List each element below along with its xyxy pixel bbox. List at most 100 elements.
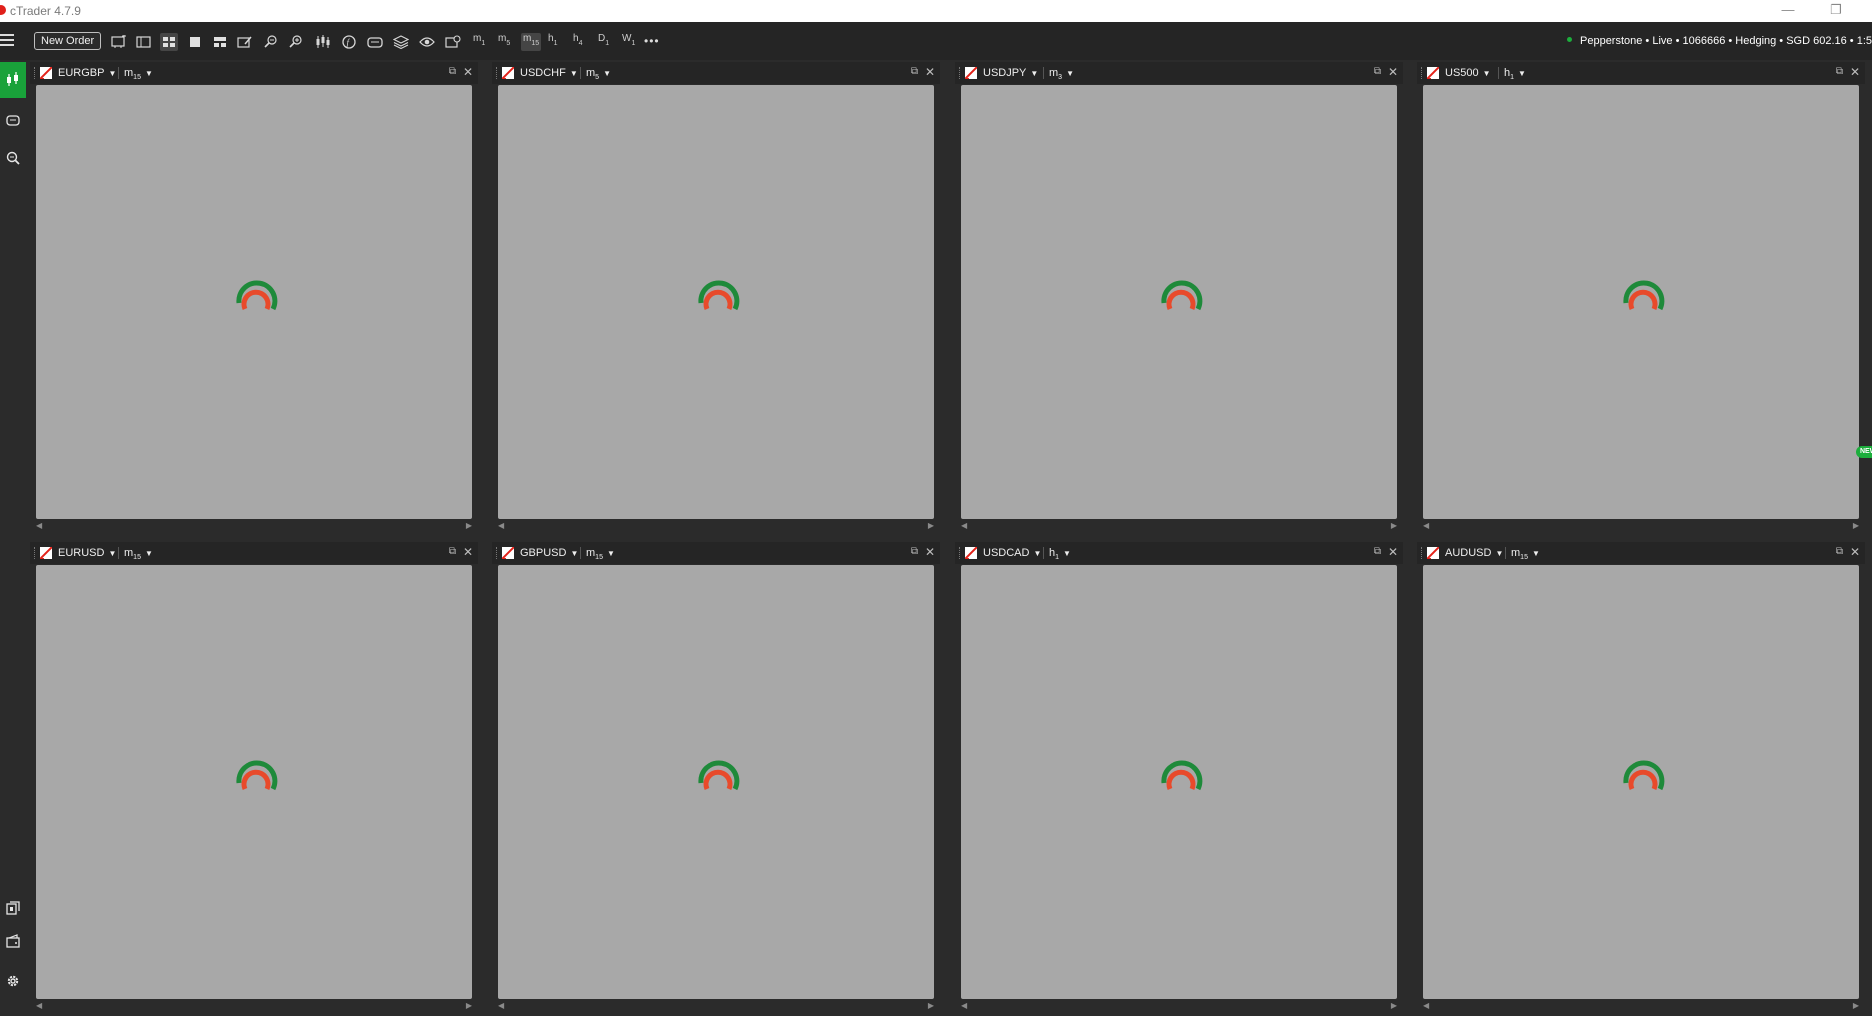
chart-scrollbar[interactable]: ◀ ▶ — [1423, 521, 1859, 531]
layers-icon[interactable] — [392, 33, 410, 51]
drag-handle-icon[interactable] — [1421, 67, 1424, 79]
symbol-selector[interactable]: EURUSD ▼ — [58, 547, 116, 559]
timeframe-m1[interactable]: m1 — [473, 33, 485, 51]
new-order-button[interactable]: New Order — [34, 32, 102, 50]
more-options-button[interactable]: ••• — [644, 34, 660, 48]
scroll-right-icon[interactable]: ▶ — [1853, 1001, 1859, 1010]
chart-canvas[interactable] — [498, 85, 934, 519]
timeframe-selector[interactable]: m15 ▼ — [1511, 547, 1540, 561]
timeframe-h4[interactable]: h4 — [573, 33, 582, 51]
scroll-left-icon[interactable]: ◀ — [961, 521, 967, 530]
scroll-right-icon[interactable]: ▶ — [1391, 1001, 1397, 1010]
scroll-right-icon[interactable]: ▶ — [1853, 521, 1859, 530]
chart-canvas[interactable] — [36, 85, 472, 519]
scroll-right-icon[interactable]: ▶ — [466, 521, 472, 530]
chart-scrollbar[interactable]: ◀ ▶ — [498, 521, 934, 531]
cbot-icon[interactable] — [366, 33, 384, 51]
symbol-selector[interactable]: USDCHF ▼ — [520, 67, 578, 79]
close-icon[interactable]: ✕ — [463, 545, 473, 559]
sidebar-item-settings[interactable] — [0, 963, 26, 999]
scroll-left-icon[interactable]: ◀ — [498, 1001, 504, 1010]
timeframe-selector[interactable]: m3 ▼ — [1049, 67, 1074, 81]
chart-canvas[interactable] — [961, 565, 1397, 999]
sidebar-item-analyze[interactable] — [0, 140, 26, 176]
timeframe-selector[interactable]: m5 ▼ — [586, 67, 611, 81]
scroll-left-icon[interactable]: ◀ — [36, 1001, 42, 1010]
drag-handle-icon[interactable] — [34, 67, 37, 79]
sidebar-item-wallet[interactable] — [0, 923, 26, 959]
scroll-right-icon[interactable]: ▶ — [928, 1001, 934, 1010]
sidebar-item-automate[interactable] — [0, 102, 26, 138]
timeframe-m5[interactable]: m5 — [498, 33, 510, 51]
close-icon[interactable]: ✕ — [925, 545, 935, 559]
timeframe-m15[interactable]: m15 — [521, 33, 542, 51]
new-chart-icon[interactable] — [110, 33, 128, 51]
zoom-in-icon[interactable] — [287, 33, 305, 51]
close-icon[interactable]: ✕ — [1388, 545, 1398, 559]
settings-edit-icon[interactable] — [444, 33, 462, 51]
symbol-selector[interactable]: USDCAD ▼ — [983, 547, 1041, 559]
chart-canvas[interactable] — [1423, 565, 1859, 999]
drag-handle-icon[interactable] — [959, 67, 962, 79]
split-layout-icon[interactable] — [211, 33, 229, 51]
detach-icon[interactable]: ⧉ — [449, 66, 456, 77]
scroll-left-icon[interactable]: ◀ — [1423, 1001, 1429, 1010]
drag-handle-icon[interactable] — [496, 547, 499, 559]
grid-layout-icon[interactable] — [160, 33, 178, 51]
timeframe-h1[interactable]: h1 — [548, 33, 557, 51]
detach-icon[interactable]: ⧉ — [1374, 546, 1381, 557]
chart-canvas[interactable] — [498, 565, 934, 999]
timeframe-w1[interactable]: W1 — [622, 33, 635, 51]
zoom-out-icon[interactable] — [262, 33, 280, 51]
hamburger-menu-icon[interactable] — [0, 34, 14, 48]
detach-icon[interactable]: ⧉ — [1836, 546, 1843, 557]
sidebar-item-copy[interactable] — [0, 890, 26, 926]
drag-handle-icon[interactable] — [34, 547, 37, 559]
detach-icon[interactable]: ⧉ — [911, 66, 918, 77]
timeframe-selector[interactable]: m15 ▼ — [124, 67, 153, 81]
scroll-left-icon[interactable]: ◀ — [36, 521, 42, 530]
timeframe-selector[interactable]: m15 ▼ — [124, 547, 153, 561]
chart-scrollbar[interactable]: ◀ ▶ — [961, 521, 1397, 531]
scroll-left-icon[interactable]: ◀ — [961, 1001, 967, 1010]
detach-icon[interactable]: ⧉ — [1836, 66, 1843, 77]
scroll-right-icon[interactable]: ▶ — [466, 1001, 472, 1010]
new-feature-badge[interactable]: NEW — [1856, 446, 1872, 458]
chart-scrollbar[interactable]: ◀ ▶ — [36, 521, 472, 531]
symbol-selector[interactable]: EURGBP ▼ — [58, 67, 116, 79]
chart-canvas[interactable] — [36, 565, 472, 999]
symbol-selector[interactable]: AUDUSD ▼ — [1445, 547, 1503, 559]
symbol-selector[interactable]: USDJPY ▼ — [983, 67, 1038, 79]
close-icon[interactable]: ✕ — [925, 65, 935, 79]
detach-icon[interactable]: ⧉ — [1374, 66, 1381, 77]
close-icon[interactable]: ✕ — [1850, 65, 1860, 79]
chart-type-icon[interactable] — [314, 33, 332, 51]
drag-handle-icon[interactable] — [1421, 547, 1424, 559]
minimize-button[interactable]: — — [1778, 2, 1798, 18]
drag-handle-icon[interactable] — [959, 547, 962, 559]
edit-chart-icon[interactable] — [236, 33, 254, 51]
scroll-right-icon[interactable]: ▶ — [1391, 521, 1397, 530]
close-icon[interactable]: ✕ — [1388, 65, 1398, 79]
timeframe-selector[interactable]: h1 ▼ — [1049, 547, 1071, 561]
detach-icon[interactable]: ⧉ — [911, 546, 918, 557]
symbol-selector[interactable]: US500 ▼ — [1445, 67, 1491, 79]
scroll-right-icon[interactable]: ▶ — [928, 521, 934, 530]
symbol-selector[interactable]: GBPUSD ▼ — [520, 547, 578, 559]
sidebar-item-trade[interactable] — [0, 62, 26, 98]
chart-canvas[interactable] — [1423, 85, 1859, 519]
timeframe-d1[interactable]: D1 — [598, 33, 609, 51]
close-icon[interactable]: ✕ — [1850, 545, 1860, 559]
scroll-left-icon[interactable]: ◀ — [498, 521, 504, 530]
eye-icon[interactable] — [418, 33, 436, 51]
chart-layout-icon[interactable] — [135, 33, 153, 51]
timeframe-selector[interactable]: h1 ▼ — [1504, 67, 1526, 81]
scroll-left-icon[interactable]: ◀ — [1423, 521, 1429, 530]
account-info[interactable]: Pepperstone • Live • 1066666 • Hedging •… — [1567, 35, 1872, 47]
drag-handle-icon[interactable] — [496, 67, 499, 79]
detach-icon[interactable]: ⧉ — [449, 546, 456, 557]
chart-canvas[interactable] — [961, 85, 1397, 519]
single-layout-icon[interactable] — [186, 33, 204, 51]
close-icon[interactable]: ✕ — [463, 65, 473, 79]
restore-button[interactable]: ❐ — [1826, 2, 1846, 18]
